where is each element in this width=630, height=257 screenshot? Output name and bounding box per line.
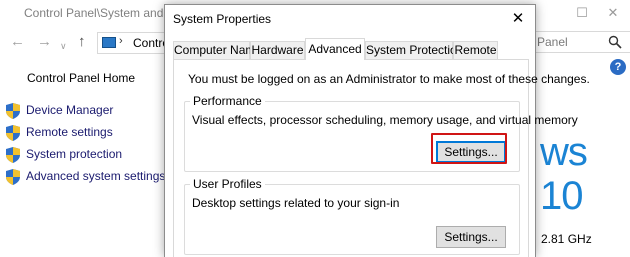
breadcrumb-chevron-icon[interactable]: › bbox=[119, 35, 123, 47]
close-icon[interactable]: ✕ bbox=[602, 3, 624, 23]
performance-description: Visual effects, processor scheduling, me… bbox=[192, 113, 578, 127]
admin-note: You must be logged on as an Administrato… bbox=[188, 72, 590, 86]
control-panel-icon bbox=[102, 37, 116, 48]
search-placeholder: Panel bbox=[537, 35, 568, 49]
cp-window-title: Control Panel\System and Se bbox=[24, 6, 182, 20]
maximize-icon[interactable]: ☐ bbox=[571, 3, 593, 23]
close-icon[interactable]: ✕ bbox=[506, 8, 530, 30]
windows-edition-logo-text: ws 10 bbox=[540, 130, 588, 218]
uac-shield-icon bbox=[6, 103, 20, 119]
user-profiles-description: Desktop settings related to your sign-in bbox=[192, 196, 400, 210]
uac-shield-icon bbox=[6, 125, 20, 141]
system-properties-dialog: System Properties ✕ Computer Name Hardwa… bbox=[164, 4, 590, 257]
user-profiles-settings-button[interactable]: Settings... bbox=[436, 226, 506, 248]
sidebar-item-label: System protection bbox=[26, 147, 123, 161]
performance-group-title: Performance bbox=[190, 94, 265, 108]
tab-hardware[interactable]: Hardware bbox=[250, 41, 305, 60]
tab-advanced[interactable]: Advanced bbox=[305, 38, 365, 60]
recent-chevron-icon[interactable]: ∨ bbox=[60, 36, 67, 56]
search-input[interactable]: Panel bbox=[527, 31, 630, 53]
highlight-box bbox=[431, 133, 507, 164]
processor-speed: 2.81 GHz bbox=[541, 232, 592, 246]
sidebar-item-label: Remote settings bbox=[26, 125, 113, 139]
uac-shield-icon bbox=[6, 147, 20, 163]
user-profiles-group: User Profiles Desktop settings related t… bbox=[184, 177, 520, 255]
tab-remote[interactable]: Remote bbox=[453, 41, 498, 60]
sidebar-item-label: Device Manager bbox=[26, 103, 114, 117]
tab-system-protection[interactable]: System Protection bbox=[365, 41, 463, 60]
control-panel-home-link[interactable]: Control Panel Home bbox=[27, 71, 135, 85]
dialog-title: System Properties bbox=[173, 12, 272, 26]
uac-shield-icon bbox=[6, 169, 20, 185]
user-profiles-group-title: User Profiles bbox=[190, 177, 265, 191]
up-arrow-icon[interactable]: ↑ bbox=[78, 32, 86, 52]
sidebar-item-label: Advanced system settings bbox=[26, 169, 166, 183]
tab-computer-name[interactable]: Computer Name bbox=[173, 41, 262, 60]
search-icon[interactable] bbox=[608, 35, 622, 49]
help-icon[interactable]: ? bbox=[610, 59, 626, 75]
forward-arrow-icon[interactable]: → bbox=[37, 32, 52, 52]
back-arrow-icon[interactable]: ← bbox=[10, 32, 25, 52]
